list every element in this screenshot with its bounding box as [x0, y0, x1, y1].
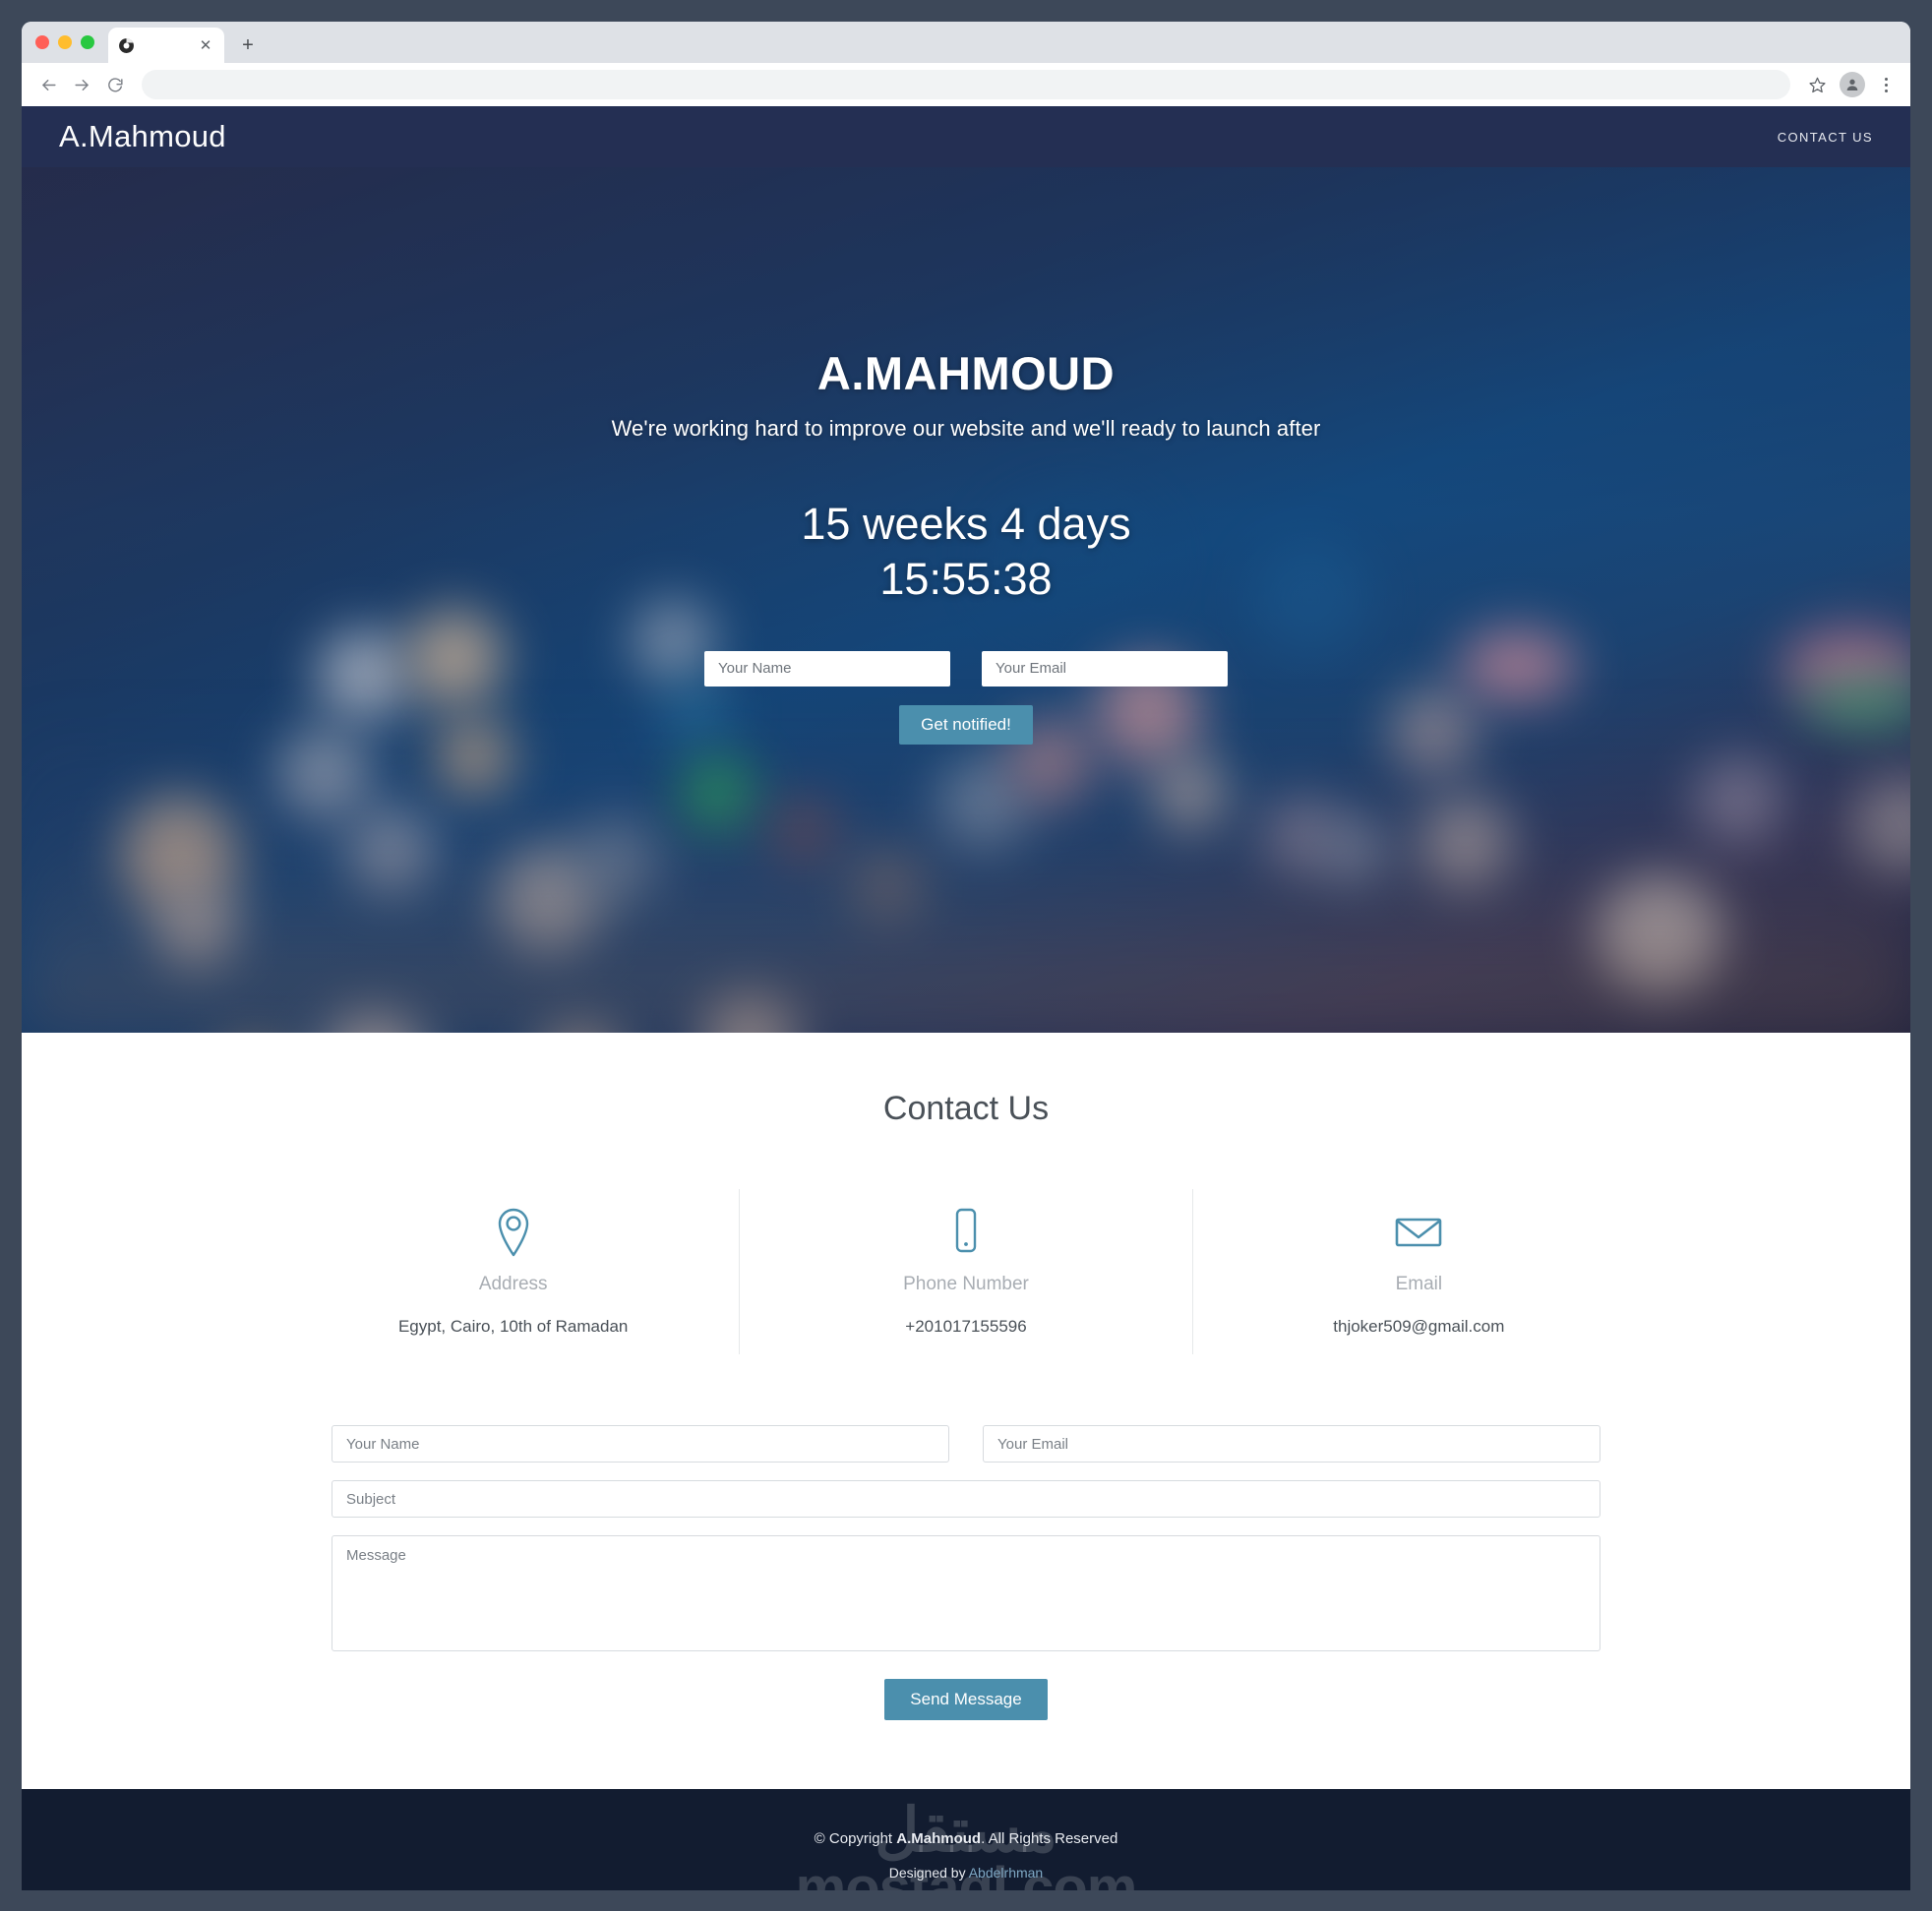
minimize-window-button[interactable]: [58, 35, 72, 49]
map-pin-icon: [297, 1205, 729, 1258]
copyright-suffix: . All Rights Reserved: [981, 1830, 1118, 1847]
hero-title: A.MAHMOUD: [816, 347, 1116, 399]
close-icon[interactable]: ✕: [197, 36, 214, 54]
star-icon[interactable]: [1802, 70, 1832, 99]
footer-designer: Designed by Abdelrhman: [22, 1865, 1910, 1881]
back-arrow-icon[interactable]: [33, 70, 63, 99]
contact-info-value: thjoker509@gmail.com: [1333, 1317, 1505, 1336]
footer-copyright: © Copyright A.Mahmoud. All Rights Reserv…: [22, 1830, 1910, 1847]
designed-by-label: Designed by: [888, 1865, 969, 1881]
hero-content: A.MAHMOUD We're working hard to improve …: [22, 167, 1910, 745]
contact-name-input[interactable]: [332, 1425, 949, 1463]
contact-email-input[interactable]: [983, 1425, 1600, 1463]
address-bar-input[interactable]: [142, 70, 1790, 99]
contact-info-email: Email thjoker509@gmail.com: [1191, 1189, 1645, 1354]
contact-info-phone: Phone Number +201017155596: [739, 1189, 1191, 1354]
profile-avatar-icon[interactable]: [1840, 72, 1865, 97]
hero-subtitle: We're working hard to improve our websit…: [611, 416, 1321, 441]
browser-toolbar: [22, 63, 1910, 106]
contact-info-value: +201017155596: [905, 1317, 1027, 1336]
envelope-icon: [1203, 1205, 1635, 1258]
close-window-button[interactable]: [35, 35, 49, 49]
contact-section: Contact Us Address Egypt, Cairo, 10th of…: [22, 1033, 1910, 1789]
notify-email-input[interactable]: [982, 650, 1228, 687]
three-dot-menu-icon[interactable]: [1873, 77, 1899, 92]
contact-info-label: Email: [1395, 1274, 1443, 1294]
contact-form: Send Message: [332, 1425, 1600, 1720]
nav-link-contact-us[interactable]: CONTACT US: [1778, 130, 1873, 145]
chrome-favicon-icon: [118, 37, 135, 54]
contact-info-label: Address: [478, 1274, 548, 1294]
contact-info-label: Phone Number: [903, 1274, 1029, 1294]
reload-icon[interactable]: [100, 70, 130, 99]
site-logo[interactable]: A.Mahmoud: [59, 119, 226, 154]
site-footer: مستقل mostaql.com © Copyright A.Mahmoud.…: [22, 1789, 1910, 1890]
site-header: A.Mahmoud CONTACT US: [22, 106, 1910, 167]
maximize-window-button[interactable]: [81, 35, 94, 49]
contact-subject-input[interactable]: [332, 1480, 1600, 1518]
contact-message-textarea[interactable]: [332, 1535, 1600, 1651]
notify-form: [22, 650, 1910, 687]
send-message-button[interactable]: Send Message: [884, 1679, 1048, 1720]
browser-tab[interactable]: ✕: [108, 28, 224, 63]
forward-arrow-icon[interactable]: [67, 70, 96, 99]
copyright-name: A.Mahmoud: [896, 1830, 982, 1847]
page-viewport: A.Mahmoud CONTACT US A.MAHMOUD We're wor…: [22, 106, 1910, 1890]
contact-info-value: Egypt, Cairo, 10th of Ramadan: [397, 1317, 629, 1336]
mobile-phone-icon: [750, 1205, 1181, 1258]
countdown-clock: 15:55:38: [879, 554, 1053, 605]
hero-section: A.MAHMOUD We're working hard to improve …: [22, 167, 1910, 1033]
form-row-name-email: [332, 1425, 1600, 1463]
plus-icon[interactable]: +: [232, 30, 264, 61]
contact-section-title: Contact Us: [882, 1090, 1050, 1127]
form-row-subject: [332, 1480, 1600, 1518]
contact-info-row: Address Egypt, Cairo, 10th of Ramadan Ph…: [287, 1189, 1645, 1354]
designer-link[interactable]: Abdelrhman: [969, 1865, 1044, 1881]
browser-tab-strip: ✕ +: [22, 22, 1910, 63]
countdown-days: 15 weeks 4 days: [801, 499, 1131, 549]
window-controls: [35, 22, 108, 63]
browser-window: ✕ + A.Mahmoud CONTACT US A.MAHMOUD We're…: [22, 22, 1910, 1890]
countdown-timer: 15 weeks 4 days 15:55:38: [22, 497, 1910, 608]
copyright-prefix: © Copyright: [814, 1830, 897, 1847]
get-notified-button[interactable]: Get notified!: [899, 704, 1033, 745]
contact-info-address: Address Egypt, Cairo, 10th of Ramadan: [287, 1189, 739, 1354]
notify-name-input[interactable]: [704, 650, 950, 687]
